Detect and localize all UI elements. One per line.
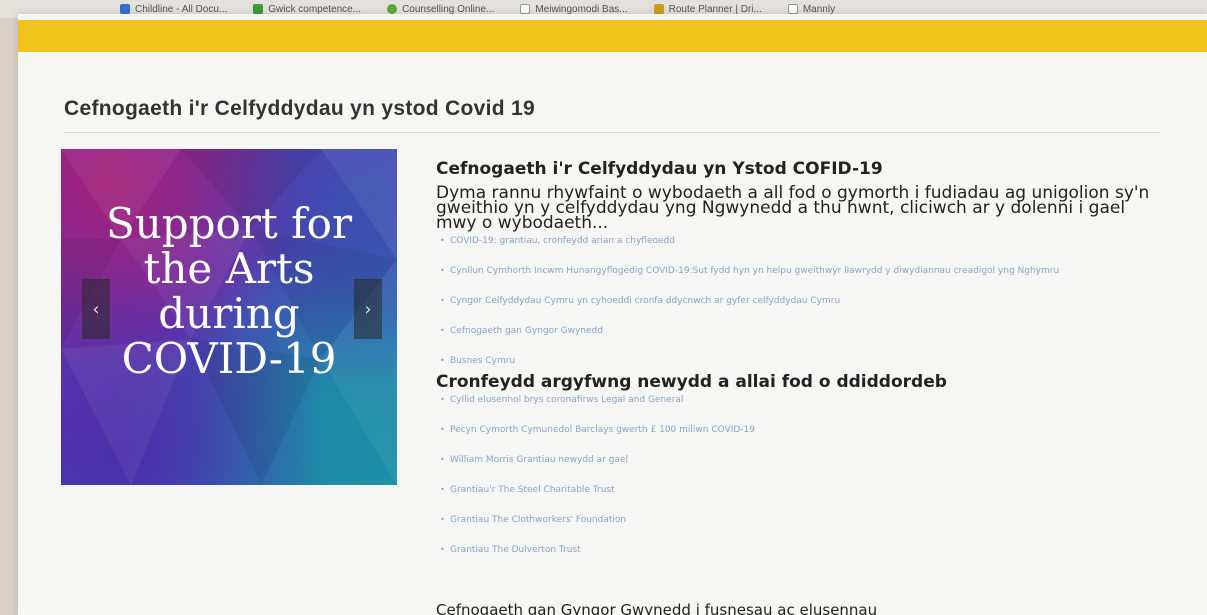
chevron-right-icon: › xyxy=(364,298,372,320)
article-heading: Cefnogaeth i'r Celfyddydau yn Ystod COFI… xyxy=(436,159,883,179)
bookmark-label: Route Planner | Dri... xyxy=(668,3,762,15)
bookmark-icon xyxy=(253,4,264,14)
bookmark-5[interactable]: Route Planner | Dri... xyxy=(653,3,762,15)
bookmark-icon xyxy=(120,4,130,14)
link-item[interactable]: Busnes Cymru xyxy=(436,354,1156,368)
page-icon xyxy=(520,4,531,14)
site-header-bar xyxy=(18,20,1207,52)
link-item[interactable]: COVID-19: grantiau, cronfeydd arian a ch… xyxy=(436,234,1156,248)
bookmark-icon xyxy=(387,4,398,14)
link-item[interactable]: Pecyn Cymorth Cymunedol Barclays gwerth … xyxy=(436,423,1156,437)
slide-caption: Support for the Arts during COVID-19 xyxy=(61,201,397,381)
bookmark-label: Childline - All Docu... xyxy=(135,3,228,15)
link-item[interactable]: Grantiau The Dulverton Trust xyxy=(436,543,1156,557)
emergency-funds-list: Cyllid elusennol brys coronafirws Legal … xyxy=(436,393,1156,557)
link-item[interactable]: William Morris Grantiau newydd ar gael xyxy=(436,453,1156,467)
bookmark-3[interactable]: Counselling Online... xyxy=(387,4,494,15)
aa-logo-icon xyxy=(653,4,664,14)
bookmark-label: Gwick competence... xyxy=(268,3,362,15)
page-icon xyxy=(787,4,798,14)
slide-line: during xyxy=(158,289,300,338)
link-item[interactable]: Grantiau The Clothworkers' Foundation xyxy=(436,513,1156,527)
bookmark-label: Counselling Online... xyxy=(402,3,495,15)
image-carousel[interactable]: Support for the Arts during COVID-19 ‹ › xyxy=(61,149,397,485)
bookmark-6[interactable]: Mannly xyxy=(787,3,836,15)
link-item[interactable]: Cynllun Cymhorth Incwm Hunangyflogedig C… xyxy=(436,264,1156,278)
link-item[interactable]: Cyllid elusennol brys coronafirws Legal … xyxy=(436,393,1156,407)
page-title: Cefnogaeth i'r Celfyddydau yn ystod Covi… xyxy=(64,97,535,120)
chevron-left-icon: ‹ xyxy=(92,298,100,320)
slide-line: Support for xyxy=(105,199,353,248)
title-divider xyxy=(64,132,1160,133)
bookmark-label: Mannly xyxy=(802,3,836,15)
bookmark-4[interactable]: Meiwingomodi Bas... xyxy=(520,3,628,15)
support-links-list: COVID-19: grantiau, cronfeydd arian a ch… xyxy=(436,234,1156,368)
link-item[interactable]: Cyngor Celfyddydau Cymru yn cyhoeddi cro… xyxy=(436,294,1156,308)
bookmark-2[interactable]: Gwick competence... xyxy=(253,4,361,15)
section-heading: Cronfeydd argyfwng newydd a allai fod o … xyxy=(436,372,947,392)
carousel-next-button[interactable]: › xyxy=(354,279,382,339)
link-item[interactable]: Cefnogaeth gan Gyngor Gwynedd xyxy=(436,324,1156,338)
link-item[interactable]: Grantiau'r The Steel Charitable Trust xyxy=(436,483,1156,497)
article-content: Cefnogaeth i'r Celfyddydau yn Ystod COFI… xyxy=(436,158,1156,573)
bookmark-label: Meiwingomodi Bas... xyxy=(535,3,628,15)
cutoff-heading: Cefnogaeth gan Gyngor Gwynedd i fusnesau… xyxy=(436,601,878,615)
slide-line: COVID-19 xyxy=(121,334,337,383)
bookmark-1[interactable]: Childline - All Docu... xyxy=(120,4,227,15)
carousel-prev-button[interactable]: ‹ xyxy=(82,279,110,339)
article-intro: Dyma rannu rhywfaint o wybodaeth a all f… xyxy=(436,183,1150,233)
slide-line: the Arts xyxy=(143,244,315,293)
